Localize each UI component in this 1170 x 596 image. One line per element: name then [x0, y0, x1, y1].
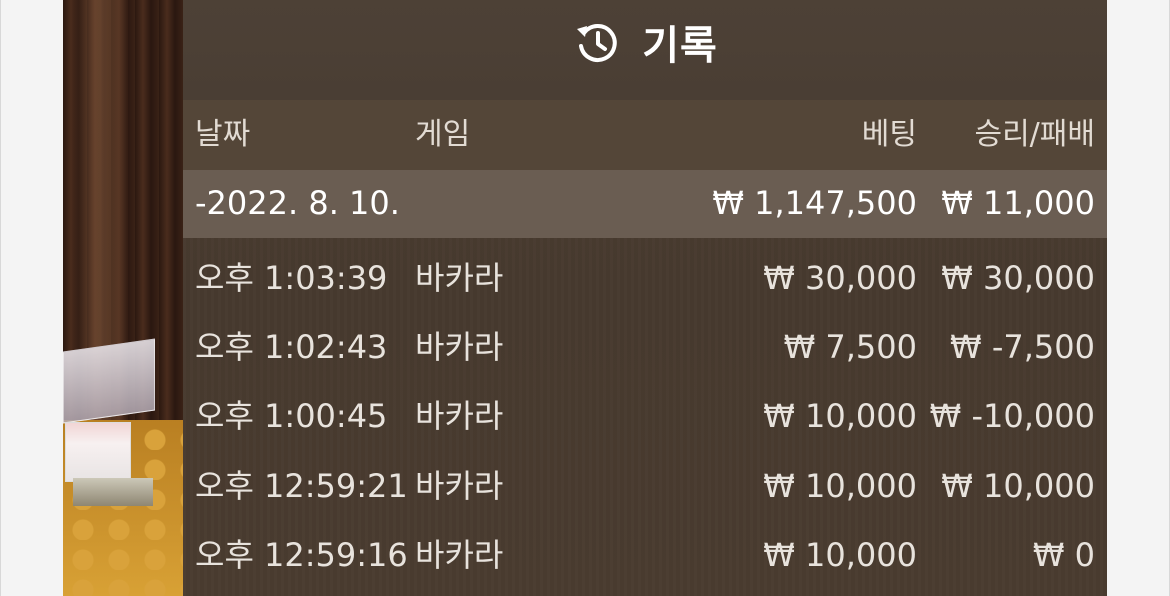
column-header-date: 날짜 — [195, 117, 251, 152]
row-time: 오후 12:59:16 — [195, 536, 408, 574]
summary-result: ₩ 11,000 — [941, 184, 1095, 222]
row-bet: ₩ 7,500 — [783, 328, 917, 366]
row-game: 바카라 — [415, 536, 504, 574]
row-result: ₩ -10,000 — [929, 397, 1095, 435]
history-header: 기록 — [183, 0, 1107, 100]
row-time: 오후 1:03:39 — [195, 259, 388, 297]
row-game: 바카라 — [415, 328, 504, 366]
row-result: ₩ 10,000 — [941, 467, 1095, 505]
column-header-game: 게임 — [415, 117, 471, 152]
card-stack — [65, 422, 131, 482]
casino-backdrop — [63, 0, 183, 596]
table-row[interactable]: 오후 1:00:45 바카라 ₩ 10,000 ₩ -10,000 — [183, 381, 1107, 450]
row-result: ₩ -7,500 — [950, 328, 1095, 366]
history-icon — [577, 24, 617, 63]
column-header-bet: 베팅 — [861, 117, 917, 152]
row-bet: ₩ 30,000 — [763, 259, 917, 297]
row-time: 오후 12:59:21 — [195, 467, 408, 505]
column-header-row: 날짜 게임 베팅 승리/패배 — [183, 100, 1107, 170]
row-time: 오후 1:00:45 — [195, 397, 388, 435]
row-bet: ₩ 10,000 — [763, 397, 917, 435]
game-screen: 기록 날짜 게임 베팅 승리/패배 -2022. 8. 10. ₩ 1,147,… — [63, 0, 1107, 596]
table-row[interactable]: 오후 12:59:16 바카라 ₩ 10,000 ₩ 0 — [183, 520, 1107, 589]
date-summary-row[interactable]: -2022. 8. 10. ₩ 1,147,500 ₩ 11,000 — [183, 170, 1107, 238]
table-row[interactable]: 오후 1:02:43 바카라 ₩ 7,500 ₩ -7,500 — [183, 312, 1107, 381]
row-result: ₩ 0 — [1032, 536, 1095, 574]
row-game: 바카라 — [415, 397, 504, 435]
summary-bet: ₩ 1,147,500 — [712, 184, 917, 222]
summary-date: -2022. 8. 10. — [195, 184, 400, 222]
row-game: 바카라 — [415, 259, 504, 297]
column-header-result: 승리/패배 — [974, 117, 1095, 152]
row-bet: ₩ 10,000 — [763, 467, 917, 505]
table-row[interactable]: 오후 1:03:39 바카라 ₩ 30,000 ₩ 30,000 — [183, 243, 1107, 312]
page-title: 기록 — [642, 23, 718, 69]
card-shoe — [63, 338, 155, 424]
card-stack-base — [73, 478, 153, 506]
frame-border-left — [0, 0, 1, 596]
history-panel: 기록 날짜 게임 베팅 승리/패배 -2022. 8. 10. ₩ 1,147,… — [183, 0, 1107, 596]
row-result: ₩ 30,000 — [941, 259, 1095, 297]
row-bet: ₩ 10,000 — [763, 536, 917, 574]
row-time: 오후 1:02:43 — [195, 328, 388, 366]
table-row[interactable]: 오후 12:59:21 바카라 ₩ 10,000 ₩ 10,000 — [183, 451, 1107, 520]
row-game: 바카라 — [415, 467, 504, 505]
